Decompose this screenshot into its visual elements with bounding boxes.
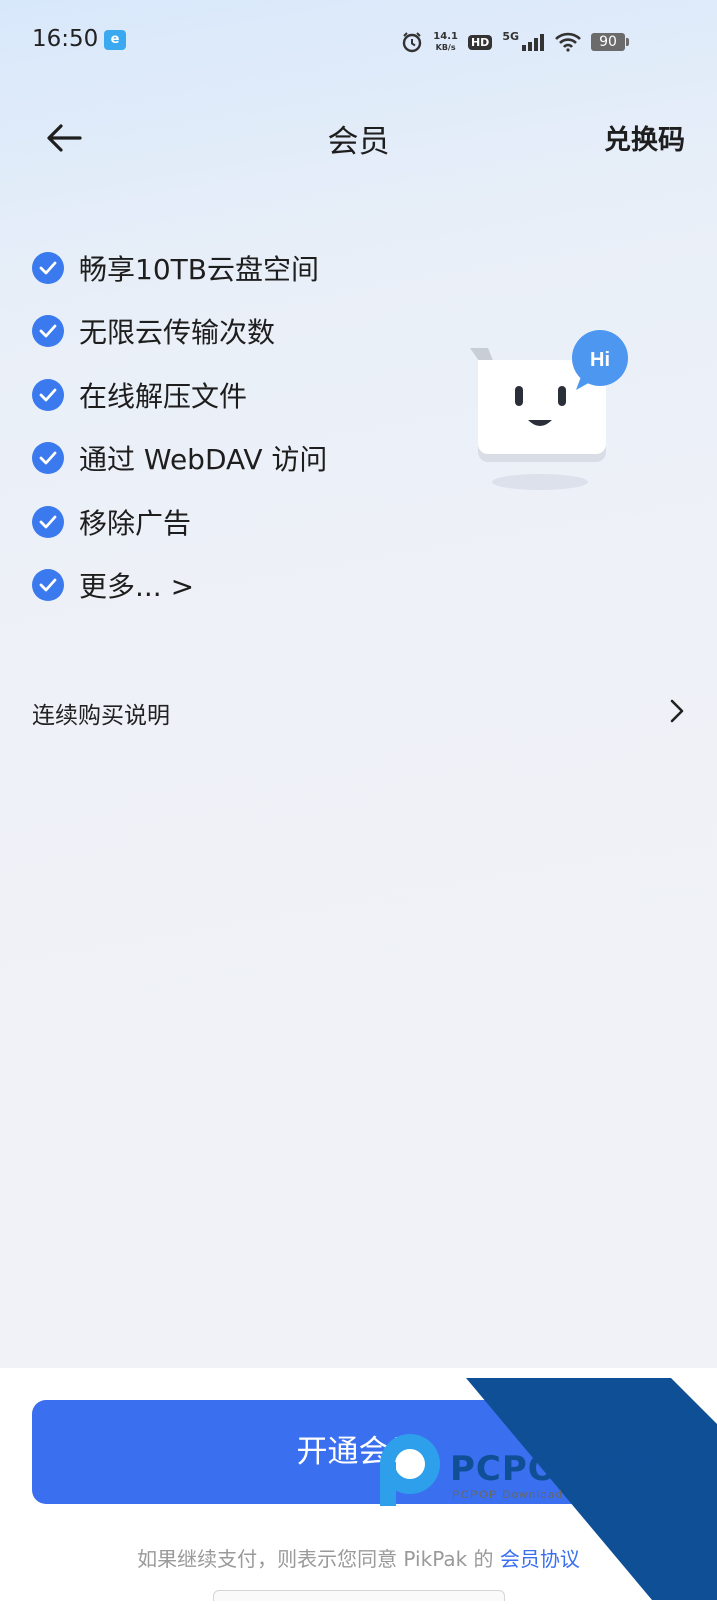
benefit-label: 无限云传输次数 bbox=[79, 316, 276, 350]
benefits-list: 畅享10TB云盘空间 无限云传输次数 在线解压文件 通过 WebDAV 访问 移… bbox=[32, 236, 327, 617]
check-icon bbox=[32, 505, 64, 538]
benefit-label: 通过 WebDAV 访问 bbox=[79, 443, 328, 477]
membership-screen bbox=[0, 0, 717, 1368]
subscribe-button[interactable]: 开通会员 bbox=[32, 1400, 685, 1504]
benefit-item: 通过 WebDAV 访问 bbox=[32, 427, 327, 491]
network-type: 5G bbox=[502, 29, 519, 43]
purchase-notes-row[interactable]: 连续购买说明 bbox=[32, 692, 685, 732]
wifi-icon bbox=[555, 32, 581, 52]
agreement-text: 如果继续支付，则表示您同意 PikPak 的 会员协议 bbox=[0, 1543, 717, 1572]
status-bar: 16:50 e 14.1 KB/s HD 5G 90 bbox=[0, 0, 717, 84]
notification-app-icon: e bbox=[104, 30, 126, 50]
hd-icon: HD bbox=[467, 34, 493, 50]
benefit-item: 在线解压文件 bbox=[32, 363, 327, 427]
membership-agreement-link[interactable]: 会员协议 bbox=[500, 1547, 580, 1571]
mascot-illustration: Hi bbox=[470, 330, 640, 510]
purchase-notes-label: 连续购买说明 bbox=[32, 703, 170, 729]
benefit-item: 无限云传输次数 bbox=[32, 300, 327, 364]
signal-icon bbox=[521, 33, 545, 51]
check-icon bbox=[32, 315, 64, 348]
mascot-bubble-text: Hi bbox=[590, 349, 610, 371]
benefit-label: 更多... > bbox=[79, 570, 195, 604]
benefit-item: 畅享10TB云盘空间 bbox=[32, 236, 327, 300]
check-icon bbox=[32, 251, 64, 284]
status-icons: 14.1 KB/s HD 5G 90 bbox=[401, 28, 629, 56]
redeem-code-button[interactable]: 兑换码 bbox=[604, 118, 685, 157]
battery-indicator: 90 bbox=[591, 33, 629, 51]
check-icon bbox=[32, 569, 64, 602]
check-icon bbox=[32, 442, 64, 475]
benefit-label: 移除广告 bbox=[79, 506, 192, 540]
more-benefits-link[interactable]: 更多... > bbox=[32, 554, 327, 618]
benefit-label: 畅享10TB云盘空间 bbox=[79, 252, 319, 286]
benefit-label: 在线解压文件 bbox=[79, 379, 248, 413]
check-icon bbox=[32, 378, 64, 411]
chevron-right-icon bbox=[669, 698, 685, 728]
home-indicator[interactable] bbox=[213, 1590, 505, 1601]
alarm-icon bbox=[401, 31, 423, 53]
status-time: 16:50 bbox=[32, 26, 99, 52]
benefit-item: 移除广告 bbox=[32, 490, 327, 554]
agreement-prefix: 如果继续支付，则表示您同意 PikPak 的 bbox=[137, 1547, 500, 1571]
net-speed: 14.1 KB/s bbox=[433, 31, 458, 52]
